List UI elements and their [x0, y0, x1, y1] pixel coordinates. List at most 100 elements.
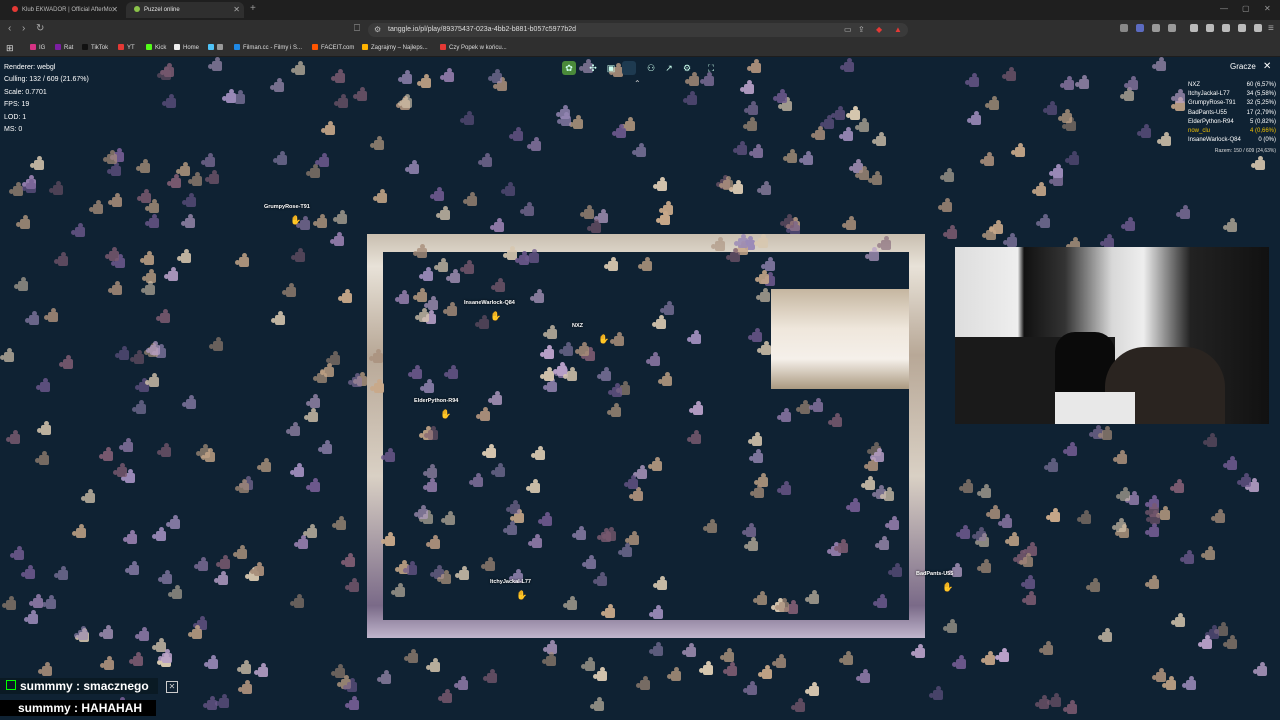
puzzle-canvas[interactable]: Renderer: webgl Culling: 132 / 609 (21.6… — [0, 57, 1280, 720]
puzzle-piece[interactable] — [403, 561, 417, 575]
back-icon[interactable]: ‹ — [8, 23, 11, 34]
image-icon[interactable]: ▣ — [604, 61, 618, 75]
players-icon[interactable]: ⚇ — [644, 61, 658, 75]
puzzle-piece[interactable] — [1145, 523, 1159, 537]
puzzle-piece[interactable] — [164, 267, 178, 281]
puzzle-piece[interactable] — [530, 289, 544, 303]
puzzle-piece[interactable] — [501, 182, 515, 196]
puzzle-piece[interactable] — [885, 516, 899, 530]
puzzle-piece[interactable] — [1205, 625, 1219, 639]
puzzle-piece[interactable] — [572, 526, 586, 540]
puzzle-piece[interactable] — [303, 524, 317, 538]
puzzle-piece[interactable] — [440, 68, 454, 82]
puzzle-piece[interactable] — [1043, 101, 1057, 115]
puzzle-piece[interactable] — [395, 290, 409, 304]
puzzle-piece[interactable] — [720, 648, 734, 662]
puzzle-piece[interactable] — [1157, 132, 1171, 146]
extension-icon[interactable] — [1168, 24, 1176, 32]
sidebar-icon[interactable] — [1206, 24, 1214, 32]
puzzle-piece[interactable] — [528, 534, 542, 548]
puzzle-piece[interactable] — [748, 432, 762, 446]
puzzle-piece[interactable] — [604, 257, 618, 271]
puzzle-piece[interactable] — [74, 626, 88, 640]
puzzle-piece[interactable] — [873, 594, 887, 608]
puzzle-piece[interactable] — [145, 373, 159, 387]
puzzle-piece[interactable] — [872, 132, 886, 146]
puzzle-piece[interactable] — [1003, 233, 1017, 247]
puzzle-piece[interactable] — [130, 350, 144, 364]
puzzle-piece[interactable] — [1121, 217, 1135, 231]
puzzle-piece[interactable] — [423, 478, 437, 492]
puzzle-piece[interactable] — [638, 257, 652, 271]
puzzle-piece[interactable] — [35, 451, 49, 465]
puzzle-piece[interactable] — [952, 655, 966, 669]
extension-icon[interactable] — [1152, 24, 1160, 32]
puzzle-piece[interactable] — [369, 349, 383, 363]
puzzle-piece[interactable] — [201, 448, 215, 462]
puzzle-piece[interactable] — [1152, 668, 1166, 682]
puzzle-piece[interactable] — [22, 179, 36, 193]
puzzle-piece[interactable] — [353, 87, 367, 101]
puzzle-piece[interactable] — [1146, 510, 1160, 524]
puzzle-piece[interactable] — [531, 446, 545, 460]
puzzle-piece[interactable] — [756, 288, 770, 302]
puzzle-piece[interactable] — [381, 532, 395, 546]
puzzle-piece[interactable] — [834, 539, 848, 553]
puzzle-piece[interactable] — [167, 174, 181, 188]
puzzle-piece[interactable] — [313, 369, 327, 383]
puzzle-piece[interactable] — [757, 341, 771, 355]
puzzle-piece[interactable] — [1036, 214, 1050, 228]
puzzle-piece[interactable] — [656, 211, 670, 225]
puzzle-piece[interactable] — [166, 515, 180, 529]
puzzle-piece[interactable] — [1002, 67, 1016, 81]
puzzle-piece[interactable] — [846, 498, 860, 512]
puzzle-piece[interactable] — [488, 69, 502, 83]
puzzle-piece[interactable] — [711, 237, 725, 251]
puzzle-piece[interactable] — [141, 281, 155, 295]
puzzle-piece[interactable] — [1237, 473, 1251, 487]
puzzle-piece[interactable] — [602, 527, 616, 541]
puzzle-piece[interactable] — [1098, 426, 1112, 440]
puzzle-piece[interactable] — [436, 206, 450, 220]
puzzle-piece[interactable] — [423, 464, 437, 478]
puzzle-piece[interactable] — [44, 308, 58, 322]
puzzle-piece[interactable] — [719, 176, 733, 190]
bookmark-misc[interactable] — [208, 40, 226, 56]
bookmark-home[interactable]: Home — [174, 40, 199, 56]
puzzle-piece[interactable] — [348, 373, 362, 387]
puzzle-piece[interactable] — [177, 249, 191, 263]
puzzle-board[interactable] — [367, 234, 925, 638]
puzzle-piece[interactable] — [469, 473, 483, 487]
puzzle-piece[interactable] — [648, 457, 662, 471]
puzzle-piece[interactable] — [306, 478, 320, 492]
puzzle-piece[interactable] — [1253, 662, 1267, 676]
puzzle-piece[interactable] — [855, 118, 869, 132]
puzzle-piece[interactable] — [136, 159, 150, 173]
puzzle-piece[interactable] — [1223, 218, 1237, 232]
puzzle-piece[interactable] — [391, 583, 405, 597]
puzzle-piece[interactable] — [791, 698, 805, 712]
puzzle-piece[interactable] — [700, 72, 714, 86]
puzzle-piece[interactable] — [965, 73, 979, 87]
puzzle-piece[interactable] — [1180, 550, 1194, 564]
puzzle-piece[interactable] — [723, 662, 737, 676]
menu-icon[interactable]: ≡ — [1268, 23, 1274, 34]
puzzle-piece[interactable] — [205, 170, 219, 184]
puzzle-piece[interactable] — [1021, 575, 1035, 589]
puzzle-piece[interactable] — [744, 101, 758, 115]
puzzle-piece[interactable] — [413, 244, 427, 258]
puzzle-piece[interactable] — [503, 521, 517, 535]
puzzle-piece[interactable] — [338, 289, 352, 303]
puzzle-piece[interactable] — [689, 401, 703, 415]
tab-klub-ekwador[interactable]: Klub EKWADOR | Official AfterMo ✕ — [4, 2, 122, 18]
puzzle-piece[interactable] — [373, 189, 387, 203]
puzzle-piece[interactable] — [156, 309, 170, 323]
puzzle-piece[interactable] — [426, 658, 440, 672]
puzzle-piece[interactable] — [38, 662, 52, 676]
puzzle-piece[interactable] — [831, 106, 845, 120]
puzzle-piece[interactable] — [839, 651, 853, 665]
bookmark-ig[interactable]: IG — [30, 40, 45, 56]
puzzle-piece[interactable] — [1162, 676, 1176, 690]
puzzle-piece[interactable] — [1005, 532, 1019, 546]
puzzle-piece[interactable] — [1058, 109, 1072, 123]
